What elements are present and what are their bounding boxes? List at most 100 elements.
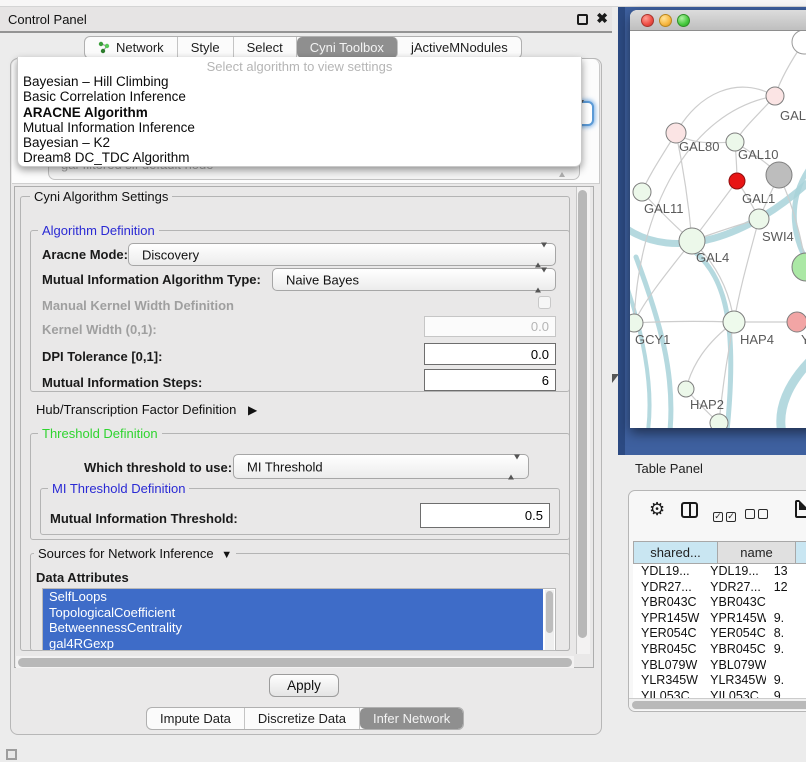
column-header[interactable]: name [718,541,796,564]
network-edge[interactable] [686,322,734,389]
kernel-width-field[interactable] [424,316,556,337]
network-node[interactable] [766,162,792,188]
deselect-all-icon[interactable] [745,504,771,523]
mi-threshold-label: Mutual Information Threshold: [50,511,238,526]
table-row[interactable]: YBR043CYBR043C [633,595,806,611]
table-cell: YER054C [702,626,766,642]
table-row[interactable]: YPR145WYPR145W9. [633,611,806,627]
network-node[interactable] [710,414,728,428]
table-cell: YER054C [633,626,702,642]
mouse-cursor [612,374,619,383]
data-attribute-item[interactable]: SelfLoops [43,589,543,605]
table-cell: 9. [766,611,806,627]
table-row[interactable]: YDR27...YDR27...12 [633,580,806,596]
settings-horizontal-scrollbar-thumb[interactable] [18,658,572,667]
network-edge[interactable] [734,219,759,322]
algorithm-dropdown-list: Select algorithm to view settings Bayesi… [17,57,582,167]
tab-infer-network[interactable]: Infer Network [360,708,463,729]
manual-kernel-width-label: Manual Kernel Width Definition [42,298,234,313]
table-row[interactable]: YER054CYER054C8. [633,626,806,642]
table-row[interactable]: YBL079WYBL079W [633,658,806,674]
tab-select[interactable]: Select [234,37,297,58]
column-header[interactable]: A [796,541,806,564]
tab-cyni-toolbox[interactable]: Cyni Toolbox [297,37,398,58]
network-edge[interactable] [794,163,806,264]
resize-grip[interactable] [6,749,17,760]
dpi-tolerance-field[interactable] [424,343,556,365]
table-row[interactable]: YBR045CYBR045C9. [633,642,806,658]
application-window: Control Panel ✖ NetworkStyleSelect Cyni T… [0,0,806,762]
data-attribute-item[interactable]: gal4RGexp [43,636,543,652]
algorithm-option[interactable]: Bayesian – Hill Climbing [18,74,581,89]
table-cell: YDR27... [702,580,766,596]
data-attributes-list: SelfLoopsTopologicalCoefficientBetweenne… [42,588,556,651]
network-edge[interactable] [634,321,734,323]
mi-threshold-field[interactable] [420,503,550,528]
sources-collapser[interactable]: Sources for Network Inference ▼ [34,546,236,561]
aracne-mode-value: Discovery [142,247,199,262]
which-threshold-combobox[interactable]: MI Threshold [233,454,529,479]
tab-network[interactable]: Network [85,37,178,58]
attributes-scrollbar-thumb[interactable] [546,591,553,633]
network-node-gcy1[interactable] [630,314,643,332]
network-view-window: GALGAL80GAL10GAL1GAL11GAL4SWI4GCY1HAP4YH… [630,10,806,428]
top-strip [0,0,806,7]
network-edge[interactable] [781,359,806,428]
data-attribute-item[interactable]: BetweennessCentrality [43,620,543,636]
table-cell: YBR045C [633,642,702,658]
split-columns-icon[interactable] [681,502,698,518]
manual-kernel-width-checkbox[interactable] [538,296,551,309]
network-node-y[interactable] [787,312,806,332]
table-horizontal-scrollbar-thumb[interactable] [632,701,806,709]
column-header[interactable]: shared... [633,541,718,564]
network-node[interactable] [792,31,806,54]
network-node[interactable] [749,209,769,229]
close-panel-icon[interactable]: ✖ [596,10,608,27]
network-edge[interactable] [676,87,775,133]
table-row[interactable]: YIL053CYIL053C9 [633,689,806,698]
document-icon[interactable] [795,500,806,518]
select-all-icon[interactable]: ✓✓ [713,504,739,523]
table-row[interactable]: YDL19...YDL19...13 [633,564,806,580]
table-header-row: shared...nameA [633,541,806,564]
close-light-icon[interactable] [641,14,654,27]
tab-label: Cyni Toolbox [310,40,384,55]
network-node-gal11[interactable] [633,183,651,201]
algorithm-option[interactable]: Dream8 DC_TDC Algorithm [18,150,581,165]
network-node-hap2[interactable] [678,381,694,397]
mi-threshold-definition-title: MI Threshold Definition [48,481,189,496]
collapse-down-icon: ▼ [221,549,232,561]
tab-jactivemnodules[interactable]: jActiveMNodules [398,37,521,58]
control-panel-header: Control Panel ✖ [0,7,612,33]
algorithm-option[interactable]: Mutual Information Inference [18,120,581,135]
network-node-hap4[interactable] [723,311,745,333]
tab-style[interactable]: Style [178,37,234,58]
tab-impute-data[interactable]: Impute Data [147,708,245,729]
apply-button[interactable]: Apply [269,674,339,697]
settings-vertical-scrollbar-thumb[interactable] [578,190,587,638]
algorithm-option[interactable]: Basic Correlation Inference [18,89,581,104]
float-window-icon[interactable] [577,14,588,25]
tab-discretize-data[interactable]: Discretize Data [245,708,360,729]
hub-definition-expander[interactable]: Hub/Transcription Factor Definition ▶ [36,402,257,417]
control-panel-tabs: NetworkStyleSelect Cyni Toolbox jActiveMNo… [84,36,522,59]
algorithm-option[interactable]: ARACNE Algorithm [18,105,581,120]
algorithm-option[interactable]: Bayesian – K2 [18,135,581,150]
network-node-gal[interactable] [766,87,784,105]
network-canvas[interactable]: GALGAL80GAL10GAL1GAL11GAL4SWI4GCY1HAP4YH… [630,31,806,428]
mi-algorithm-type-combobox[interactable]: Naive Bayes [272,268,556,291]
dpi-tolerance-label: DPI Tolerance [0,1]: [42,349,162,364]
minimize-light-icon[interactable] [659,14,672,27]
mi-steps-field[interactable] [424,369,556,391]
network-node-swi4[interactable] [792,253,806,281]
table-panel-title: Table Panel [635,461,703,476]
network-node-gal1[interactable] [729,173,745,189]
zoom-light-icon[interactable] [677,14,690,27]
network-edge[interactable] [630,277,650,428]
data-attribute-item[interactable]: TopologicalCoefficient [43,605,543,621]
network-window-titlebar[interactable] [630,10,806,31]
settings-gear-icon[interactable]: ⚙ [649,499,665,520]
table-cell: YBR043C [633,595,702,611]
aracne-mode-combobox[interactable]: Discovery [128,243,556,266]
table-row[interactable]: YLR345WYLR345W9. [633,673,806,689]
